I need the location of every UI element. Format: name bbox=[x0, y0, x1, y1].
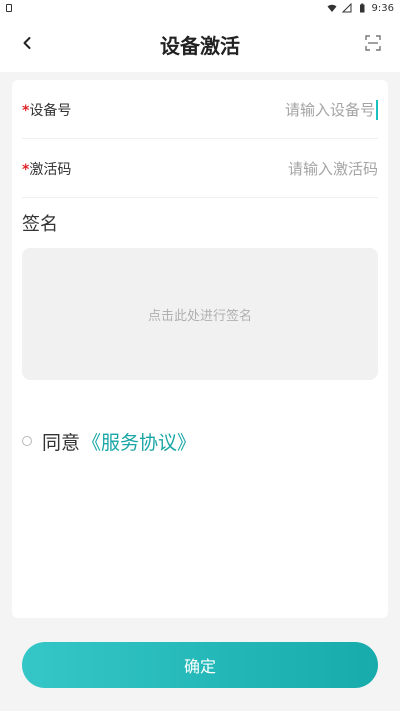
wifi-icon bbox=[327, 4, 337, 12]
sim-card-icon bbox=[6, 4, 12, 12]
device-number-row: *设备号 bbox=[22, 82, 378, 139]
signal-icon bbox=[341, 3, 352, 13]
agreement-row: 同意 《服务协议》 bbox=[22, 428, 196, 454]
text-caret bbox=[376, 100, 378, 120]
activation-code-input[interactable] bbox=[178, 160, 378, 178]
device-number-label: *设备号 bbox=[22, 103, 72, 119]
status-time: 9:36 bbox=[371, 2, 394, 14]
scan-icon[interactable] bbox=[364, 34, 382, 52]
signature-pad[interactable]: 点击此处进行签名 bbox=[22, 248, 378, 380]
activation-code-label: *激活码 bbox=[22, 162, 72, 178]
status-bar: 9:36 bbox=[0, 0, 400, 16]
activation-code-row: *激活码 bbox=[22, 141, 378, 198]
page-title: 设备激活 bbox=[160, 33, 240, 58]
header: 设备激活 bbox=[0, 16, 400, 72]
back-button[interactable] bbox=[16, 32, 38, 54]
signature-title: 签名 bbox=[22, 214, 58, 235]
agreement-radio-icon[interactable] bbox=[22, 436, 32, 446]
device-number-input[interactable] bbox=[175, 101, 375, 119]
confirm-button[interactable]: 确定 bbox=[22, 642, 378, 688]
service-agreement-link[interactable]: 《服务协议》 bbox=[82, 428, 196, 455]
signature-placeholder: 点击此处进行签名 bbox=[147, 308, 252, 324]
activation-card: *设备号 *激活码 签名 点击此处进行签名 同意 《服务协议》 bbox=[12, 80, 388, 618]
chevron-left-icon bbox=[23, 37, 31, 49]
battery-icon bbox=[359, 3, 365, 13]
agreement-prefix: 同意 bbox=[42, 431, 81, 454]
